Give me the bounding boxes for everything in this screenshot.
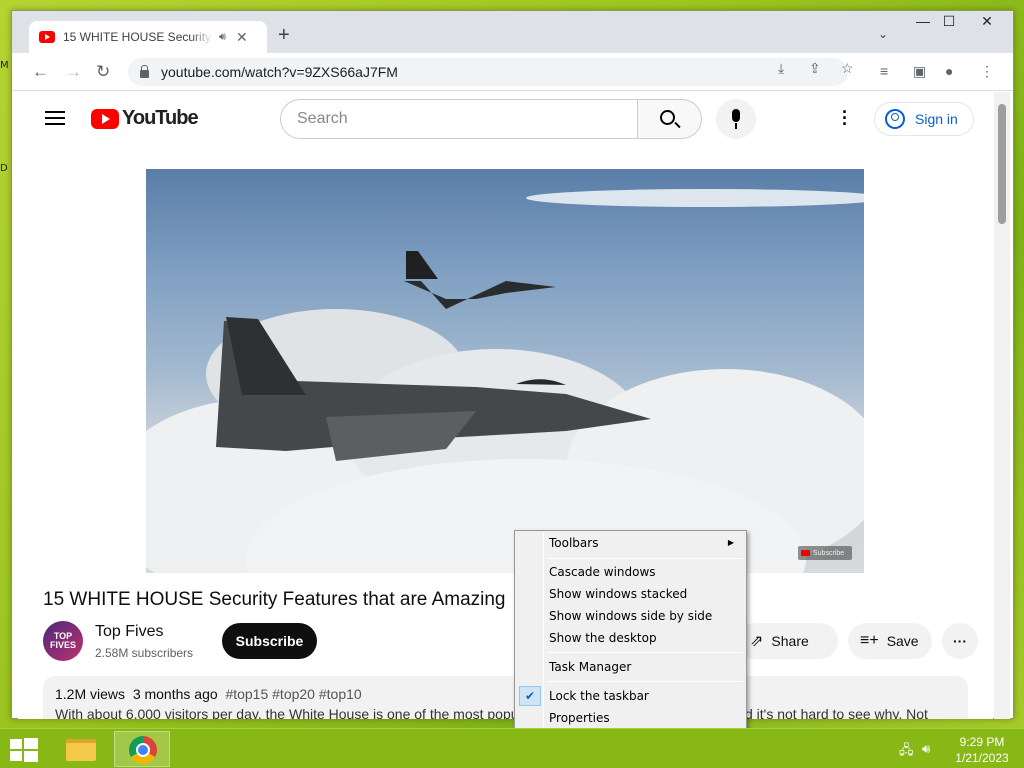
video-player[interactable]: Subscribe bbox=[146, 169, 864, 573]
profile-icon[interactable]: ● bbox=[945, 63, 953, 79]
page-scrollbar[interactable] bbox=[994, 92, 1010, 719]
network-icon[interactable]: 🖧︎ bbox=[899, 741, 914, 763]
share-page-icon[interactable]: ⇪ bbox=[809, 60, 821, 77]
search-icon bbox=[660, 110, 675, 125]
menu-item-lock-taskbar[interactable]: ✔ Lock the taskbar bbox=[517, 685, 744, 707]
youtube-play-icon bbox=[91, 108, 119, 129]
menu-item-show-desktop[interactable]: Show the desktop bbox=[517, 627, 744, 649]
back-arrow-icon[interactable]: ← bbox=[32, 62, 49, 82]
voice-search-mic-icon[interactable] bbox=[716, 99, 756, 139]
menu-item-properties[interactable]: Properties bbox=[517, 707, 744, 729]
tab-search-chevron-icon[interactable]: ⌄ bbox=[878, 27, 888, 41]
tab-strip: 15 WHITE HOUSE Security Features that ar… bbox=[12, 11, 1013, 53]
url-text[interactable]: youtube.com/watch?v=9ZXS66aJ7FM bbox=[161, 64, 398, 80]
menu-item-cascade[interactable]: Cascade windows bbox=[517, 561, 744, 583]
media-control-icon[interactable]: ≡ bbox=[880, 63, 888, 79]
system-clock[interactable]: 9:29 PM 1/21/2023 bbox=[946, 734, 1018, 766]
browser-toolbar: ← → ↻ youtube.com/watch?v=9ZXS66aJ7FM ⤓ … bbox=[12, 53, 1013, 91]
clock-date: 1/21/2023 bbox=[955, 751, 1009, 765]
new-tab-button[interactable]: + bbox=[278, 24, 290, 47]
folder-icon bbox=[66, 739, 96, 761]
channel-avatar[interactable]: TOP FIVES bbox=[43, 621, 83, 661]
bookmark-star-icon[interactable]: ☆ bbox=[841, 60, 854, 77]
menu-item-side-by-side[interactable]: Show windows side by side bbox=[517, 605, 744, 627]
youtube-mini-icon bbox=[801, 550, 810, 556]
hashtags[interactable]: #top15 #top20 #top10 bbox=[225, 686, 361, 702]
checkmark-icon: ✔ bbox=[519, 686, 541, 706]
youtube-logo[interactable]: YouTube bbox=[91, 107, 199, 130]
save-button[interactable]: ≡+ Save bbox=[848, 623, 932, 659]
lock-icon[interactable] bbox=[140, 64, 149, 78]
forward-arrow-icon[interactable]: → bbox=[65, 62, 82, 82]
search-input[interactable]: Search bbox=[280, 99, 638, 139]
start-windows-icon[interactable] bbox=[10, 738, 38, 762]
scrollbar-thumb[interactable] bbox=[998, 104, 1006, 224]
youtube-wordmark: YouTube bbox=[122, 107, 199, 129]
channel-name[interactable]: Top Fives bbox=[95, 623, 163, 641]
sign-in-button[interactable]: Sign in bbox=[874, 102, 974, 136]
subscribe-watermark[interactable]: Subscribe bbox=[798, 546, 852, 560]
playlist-add-icon: ≡+ bbox=[860, 632, 879, 649]
subscriber-count: 2.58M subscribers bbox=[95, 646, 194, 660]
chrome-icon bbox=[129, 736, 157, 764]
sign-in-label: Sign in bbox=[915, 111, 958, 127]
description-text-end: d it's not hard to see why. Not bbox=[745, 706, 928, 719]
description-text: With about 6,000 visitors per day, the W… bbox=[55, 706, 519, 719]
description-box[interactable]: 1.2M views 3 months ago #top15 #top20 #t… bbox=[43, 676, 968, 719]
clock-time: 9:29 PM bbox=[959, 735, 1005, 749]
youtube-favicon-icon bbox=[39, 31, 55, 43]
menu-item-stacked[interactable]: Show windows stacked bbox=[517, 583, 744, 605]
menu-item-toolbars[interactable]: Toolbars ▶ bbox=[517, 532, 744, 554]
reload-icon[interactable]: ↻ bbox=[96, 62, 110, 82]
menu-item-task-manager[interactable]: Task Manager bbox=[517, 656, 744, 678]
upload-age: 3 months ago bbox=[132, 686, 218, 702]
speaker-icon[interactable]: 🔊︎ bbox=[219, 31, 226, 44]
youtube-page: YouTube Search · · · Sign in Subscribe 1… bbox=[18, 92, 993, 719]
search-placeholder: Search bbox=[297, 110, 348, 127]
tab-close-icon[interactable]: ✕ bbox=[236, 29, 248, 46]
more-actions-button[interactable]: ··· bbox=[942, 623, 978, 659]
tab-title: 15 WHITE HOUSE Security Features that ar… bbox=[63, 30, 213, 44]
close-button[interactable]: ✕ bbox=[972, 13, 1002, 30]
subscribe-button[interactable]: Subscribe bbox=[222, 623, 317, 659]
share-arrow-icon: ⇗ bbox=[750, 633, 764, 650]
maximize-button[interactable]: ☐ bbox=[934, 13, 964, 30]
submenu-arrow-icon: ▶ bbox=[727, 538, 734, 547]
settings-kebab-icon[interactable]: · · · bbox=[842, 103, 848, 133]
volume-icon[interactable]: 🔊︎ bbox=[922, 741, 930, 757]
browser-tab[interactable]: 15 WHITE HOUSE Security Features that ar… bbox=[29, 21, 267, 53]
file-explorer-button[interactable] bbox=[52, 731, 108, 767]
taskbar[interactable]: 🖧︎ 🔊︎ 9:29 PM 1/21/2023 bbox=[0, 728, 1024, 768]
side-panel-icon[interactable]: ▣ bbox=[913, 63, 926, 80]
browser-menu-icon[interactable]: ⋮ bbox=[980, 63, 994, 80]
browser-window: 15 WHITE HOUSE Security Features that ar… bbox=[11, 10, 1014, 719]
share-button[interactable]: ⇗ Share bbox=[736, 623, 838, 659]
hamburger-menu-icon[interactable] bbox=[45, 111, 65, 125]
video-title: 15 WHITE HOUSE Security Features that ar… bbox=[43, 589, 506, 610]
search-button[interactable] bbox=[638, 99, 702, 139]
taskbar-context-menu: Toolbars ▶ Cascade windows Show windows s… bbox=[514, 530, 747, 732]
account-icon bbox=[885, 109, 905, 129]
fighter-jets-image bbox=[216, 251, 651, 461]
view-count: 1.2M views bbox=[55, 686, 126, 702]
install-app-icon[interactable]: ⤓ bbox=[778, 60, 784, 77]
address-bar[interactable]: youtube.com/watch?v=9ZXS66aJ7FM bbox=[128, 58, 848, 86]
chrome-taskbar-button[interactable] bbox=[114, 731, 170, 767]
